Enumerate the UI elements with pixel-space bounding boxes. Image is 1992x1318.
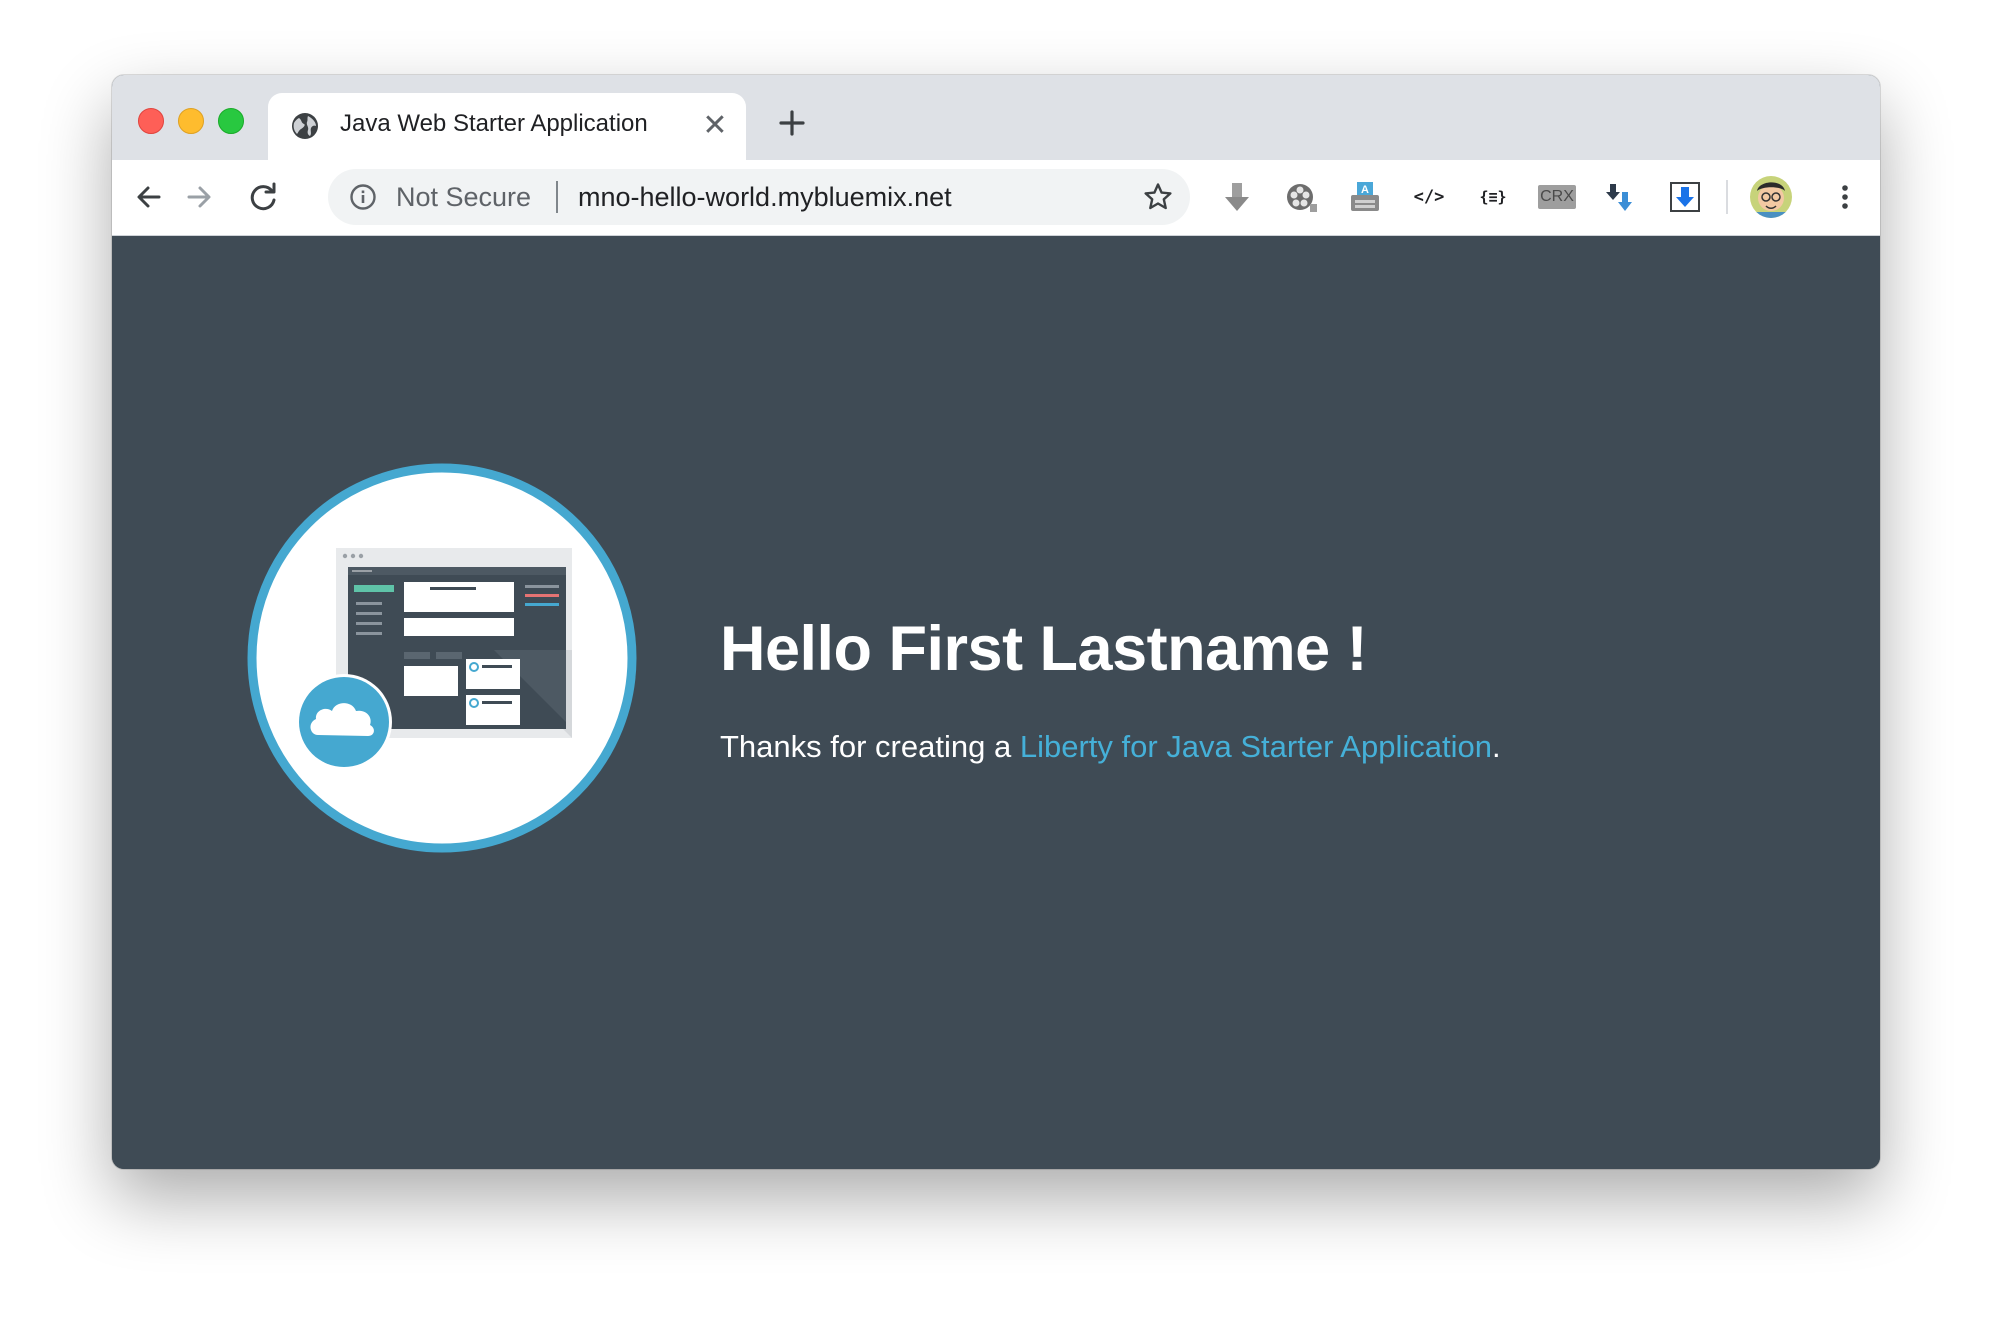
toolbar: Not Secure mno-hello-world.mybluemix.net: [112, 160, 1880, 236]
address-bar[interactable]: Not Secure mno-hello-world.mybluemix.net: [328, 169, 1190, 225]
tab-strip: Java Web Starter Application ✕: [112, 75, 1880, 160]
crx-label: CRX: [1538, 185, 1576, 209]
tab-close-button[interactable]: ✕: [698, 109, 732, 143]
svg-text:A: A: [1361, 184, 1369, 196]
page-content: Hello First Lastname ! Thanks for creati…: [112, 236, 1880, 1169]
thanks-suffix: .: [1491, 729, 1501, 764]
info-icon[interactable]: [348, 182, 378, 212]
toolbar-separator: [1726, 180, 1728, 214]
json-formatter-icon[interactable]: {≡}: [1474, 178, 1512, 216]
json-formatter-label: {≡}: [1479, 188, 1507, 206]
starter-app-illustration: [247, 463, 637, 853]
code-icon[interactable]: </>: [1410, 178, 1448, 216]
url-text[interactable]: mno-hello-world.mybluemix.net: [578, 182, 952, 213]
back-arrow-icon[interactable]: [126, 174, 172, 220]
more-menu-icon[interactable]: [1826, 178, 1864, 216]
download-box-icon[interactable]: [1666, 178, 1704, 216]
bookmark-star-icon[interactable]: [1142, 181, 1174, 213]
thanks-message: Thanks for creating a Liberty for Java S…: [720, 729, 1501, 765]
address-separator: [556, 181, 558, 213]
minimize-window-button[interactable]: [178, 108, 204, 134]
zoom-window-button[interactable]: [218, 108, 244, 134]
film-reel-icon[interactable]: [1282, 178, 1320, 216]
browser-window: Java Web Starter Application ✕ Not Secur…: [112, 75, 1880, 1169]
close-window-button[interactable]: [138, 108, 164, 134]
download-arrow-icon[interactable]: [1218, 178, 1256, 216]
profile-avatar[interactable]: [1750, 176, 1792, 218]
reload-icon[interactable]: [240, 174, 286, 220]
globe-icon: [292, 113, 318, 139]
thanks-prefix: Thanks for creating a: [720, 729, 1020, 764]
tab-title: Java Web Starter Application: [340, 110, 648, 137]
starter-application-link[interactable]: Liberty for Java Starter Application: [1020, 729, 1492, 764]
tab-active[interactable]: Java Web Starter Application ✕: [268, 93, 746, 160]
page-title: Hello First Lastname !: [720, 614, 1368, 684]
forward-arrow-icon[interactable]: [176, 174, 222, 220]
crx-icon[interactable]: CRX: [1538, 178, 1576, 216]
typewriter-icon[interactable]: A: [1346, 178, 1384, 216]
code-icon-label: </>: [1413, 187, 1445, 207]
security-status[interactable]: Not Secure: [396, 182, 531, 213]
new-tab-icon[interactable]: [772, 103, 812, 143]
sort-download-icon[interactable]: [1602, 178, 1640, 216]
